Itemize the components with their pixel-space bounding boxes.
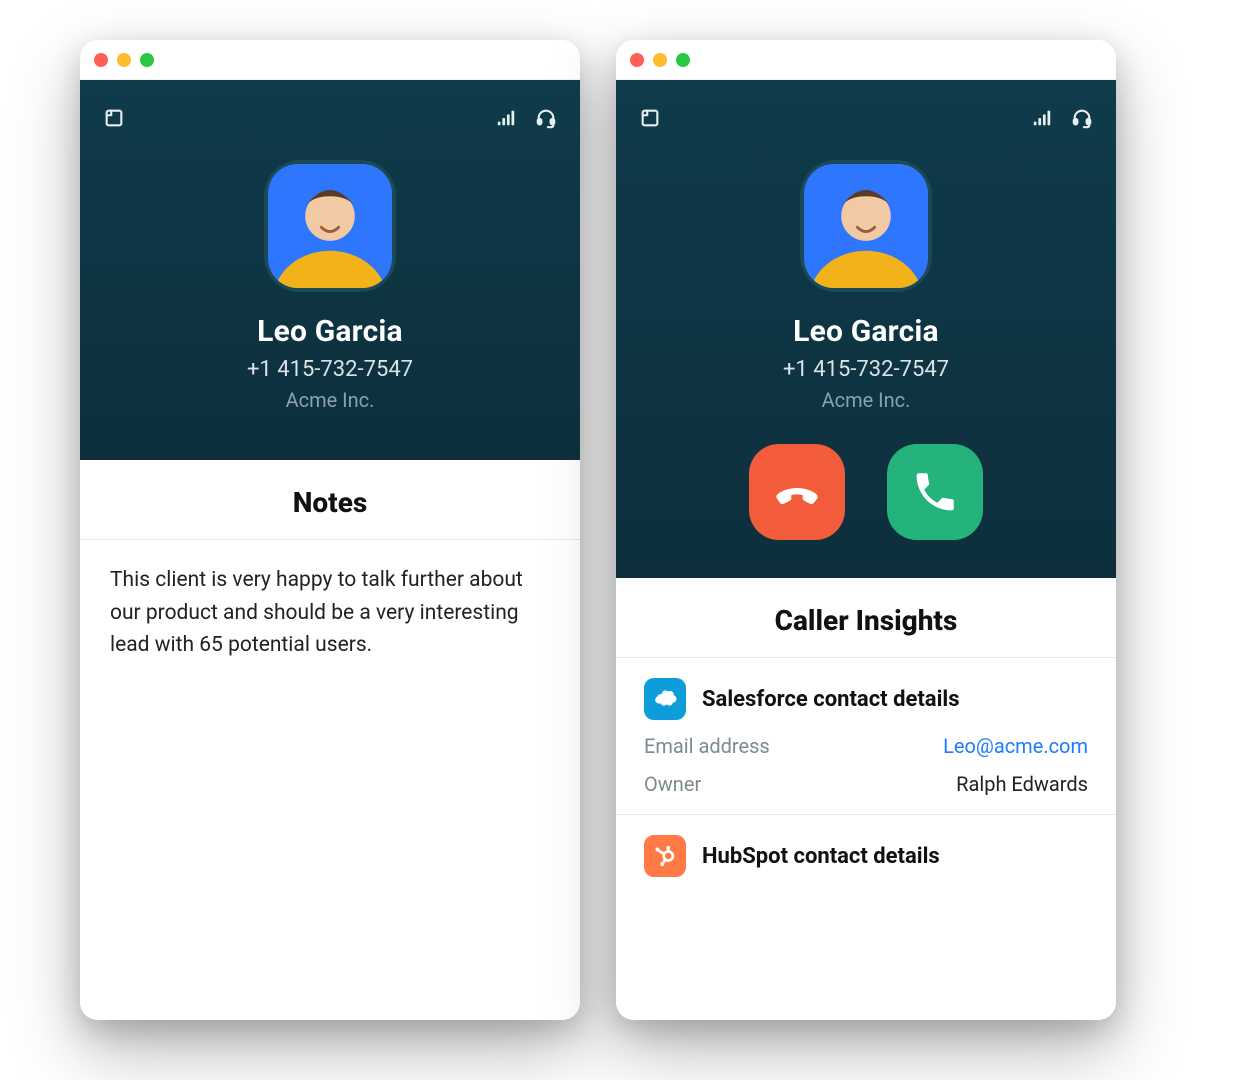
salesforce-section[interactable]: Salesforce contact details Email address… bbox=[616, 658, 1116, 814]
window-titlebar bbox=[616, 40, 1116, 80]
contact-phone: +1 415-732-7547 bbox=[247, 357, 413, 382]
window-zoom-button[interactable] bbox=[676, 53, 690, 67]
contact-company: Acme Inc. bbox=[822, 388, 911, 412]
notes-body[interactable]: This client is very happy to talk furthe… bbox=[80, 540, 580, 686]
headset-icon[interactable] bbox=[534, 106, 558, 130]
contact-avatar bbox=[800, 160, 932, 292]
hubspot-section[interactable]: HubSpot contact details bbox=[616, 815, 1116, 895]
call-window-insights: Leo Garcia +1 415-732-7547 Acme Inc. Cal… bbox=[616, 40, 1116, 1020]
insights-panel-title: Caller Insights bbox=[616, 578, 1116, 657]
answer-button[interactable] bbox=[887, 444, 983, 540]
contact-phone: +1 415-732-7547 bbox=[783, 357, 949, 382]
insights-panel: Caller Insights Salesforce contact detai… bbox=[616, 578, 1116, 1020]
call-header: Leo Garcia +1 415-732-7547 Acme Inc. bbox=[616, 80, 1116, 578]
window-minimize-button[interactable] bbox=[653, 53, 667, 67]
call-actions bbox=[749, 444, 983, 540]
window-close-button[interactable] bbox=[630, 53, 644, 67]
contact-company: Acme Inc. bbox=[286, 388, 375, 412]
signal-strength-icon bbox=[1030, 106, 1054, 130]
contact-avatar bbox=[264, 160, 396, 292]
call-window-notes: Leo Garcia +1 415-732-7547 Acme Inc. Not… bbox=[80, 40, 580, 1020]
window-close-button[interactable] bbox=[94, 53, 108, 67]
window-titlebar bbox=[80, 40, 580, 80]
headset-icon[interactable] bbox=[1070, 106, 1094, 130]
signal-strength-icon bbox=[494, 106, 518, 130]
hangup-button[interactable] bbox=[749, 444, 845, 540]
popout-icon[interactable] bbox=[638, 106, 662, 130]
window-minimize-button[interactable] bbox=[117, 53, 131, 67]
owner-label: Owner bbox=[644, 772, 701, 796]
notes-panel-title: Notes bbox=[80, 460, 580, 539]
hubspot-icon bbox=[644, 835, 686, 877]
email-value[interactable]: Leo@acme.com bbox=[943, 734, 1088, 758]
window-zoom-button[interactable] bbox=[140, 53, 154, 67]
call-header: Leo Garcia +1 415-732-7547 Acme Inc. bbox=[80, 80, 580, 460]
contact-name: Leo Garcia bbox=[257, 314, 403, 349]
salesforce-title: Salesforce contact details bbox=[702, 687, 960, 712]
hubspot-title: HubSpot contact details bbox=[702, 844, 940, 869]
contact-name: Leo Garcia bbox=[793, 314, 939, 349]
owner-value: Ralph Edwards bbox=[956, 772, 1088, 796]
notes-panel: Notes This client is very happy to talk … bbox=[80, 460, 580, 1020]
salesforce-icon bbox=[644, 678, 686, 720]
email-label: Email address bbox=[644, 734, 770, 758]
popout-icon[interactable] bbox=[102, 106, 126, 130]
